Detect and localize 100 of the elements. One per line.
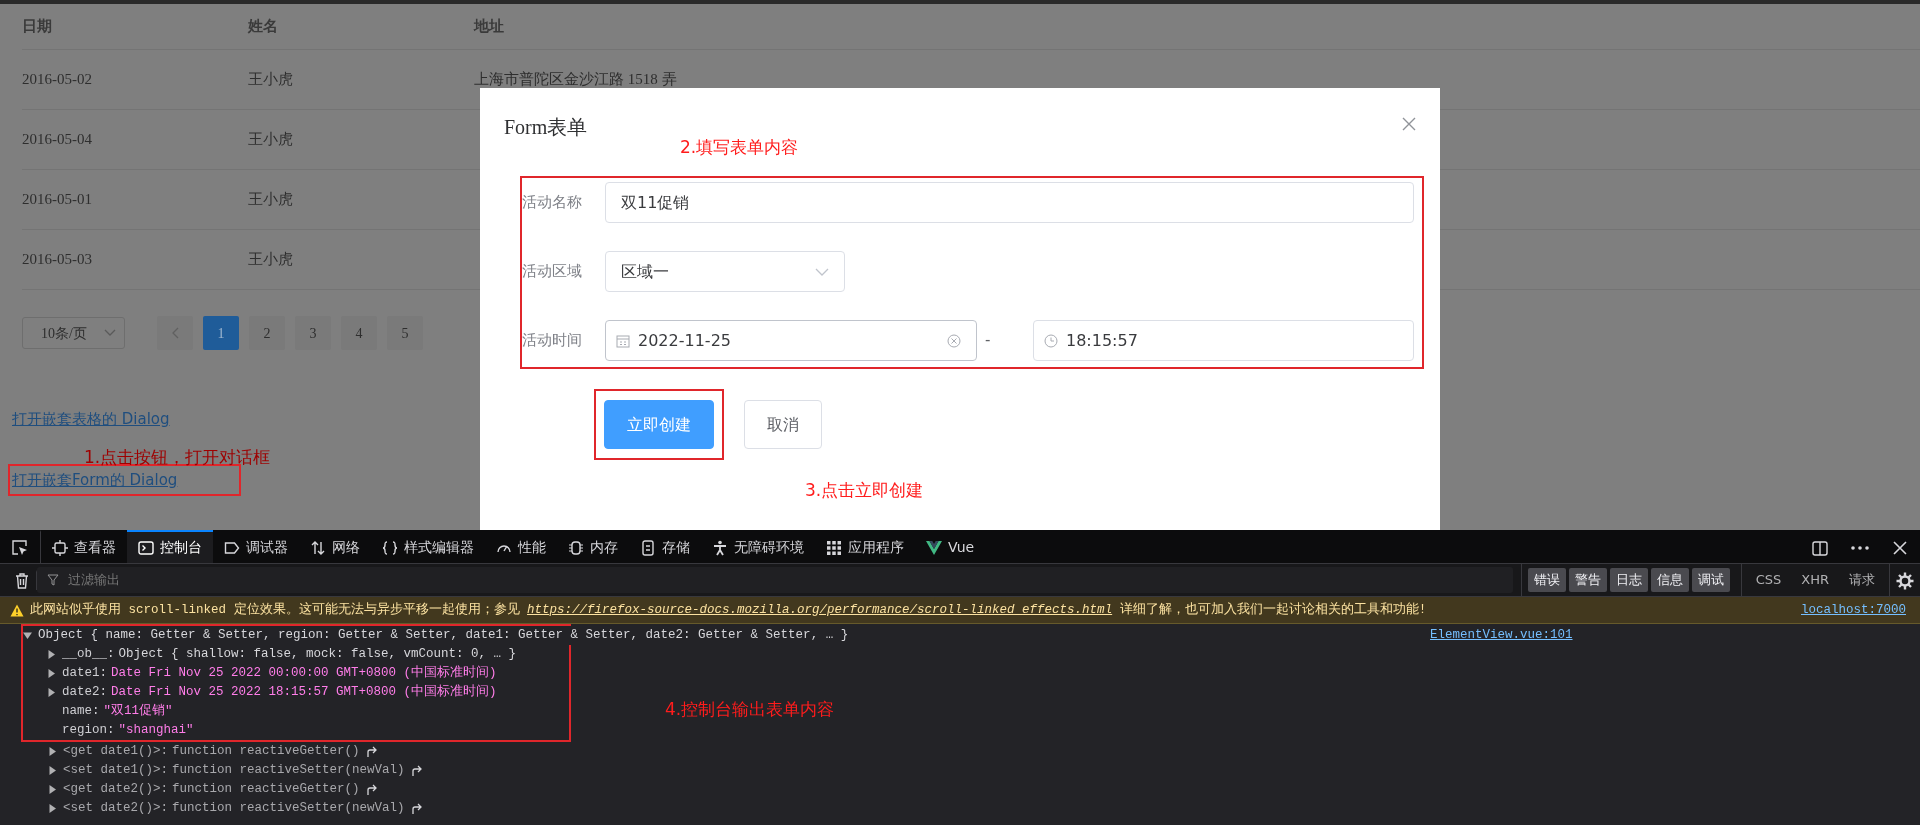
devtools-tab[interactable]: 应用程序 xyxy=(815,530,915,563)
request-filter-toggle[interactable]: 请求 xyxy=(1841,568,1883,592)
picker-icon xyxy=(11,538,29,557)
table-cell-text: 王小虎 xyxy=(248,70,294,90)
page-size-select[interactable]: 10条/页 xyxy=(22,317,125,349)
devtools-tab[interactable]: 存储 xyxy=(629,530,701,563)
clock-icon xyxy=(1044,333,1058,348)
table-cell-text: 2016-05-04 xyxy=(22,130,93,150)
select-field[interactable]: 区域一 xyxy=(605,251,845,292)
annotation-text: 2.填写表单内容 xyxy=(680,136,799,159)
inspector-icon xyxy=(52,539,68,556)
grid-icon xyxy=(826,539,842,556)
close-icon xyxy=(1891,538,1909,557)
warning-icon xyxy=(10,603,24,617)
level-toggle[interactable]: 调试 xyxy=(1691,568,1730,592)
devtools-tab[interactable]: 性能 xyxy=(485,530,557,563)
column-header: 日期 xyxy=(22,17,53,37)
property-value: function reactiveGetter() xyxy=(172,781,360,799)
jump-icon[interactable] xyxy=(365,745,378,758)
page-button[interactable]: 1 xyxy=(203,316,239,350)
level-toggle[interactable]: 信息 xyxy=(1650,568,1689,592)
dialog-title: Form表单 xyxy=(504,115,588,140)
table-cell-text: 2016-05-03 xyxy=(22,250,93,270)
range-separator: - xyxy=(984,330,992,352)
property-value: "shanghai" xyxy=(118,722,194,740)
property-key: <get date2()>: xyxy=(63,780,169,799)
property-key: <get date1()>: xyxy=(63,742,169,761)
select-value: 区域一 xyxy=(621,260,669,283)
devtools-tab[interactable]: 调试器 xyxy=(213,530,299,563)
level-toggle[interactable]: 警告 xyxy=(1568,568,1607,592)
date-value: 2022-11-25 xyxy=(638,329,732,352)
table-cell-text: 上海市普陀区金沙江路 1518 弄 xyxy=(474,70,678,90)
property-key: region: xyxy=(62,721,115,740)
devtools-tab[interactable]: Vue xyxy=(915,530,986,563)
devtools-tab[interactable]: 样式编辑器 xyxy=(371,530,485,563)
table-cell-text: 王小虎 xyxy=(248,190,294,210)
devtools-tab[interactable]: 无障碍环境 xyxy=(701,530,815,563)
table-cell-text: 2016-05-02 xyxy=(22,70,93,90)
chevron-down-icon xyxy=(815,267,829,276)
property-key: date1: xyxy=(62,664,107,683)
cancel-button[interactable]: 取消 xyxy=(744,400,822,449)
column-header: 姓名 xyxy=(248,17,279,37)
collapsed-arrow-icon[interactable] xyxy=(48,785,57,794)
field-label: 活动区域 xyxy=(522,262,583,282)
collapsed-arrow-icon[interactable] xyxy=(47,688,56,697)
devtools-tab[interactable]: 网络 xyxy=(299,530,371,563)
devtools-tab[interactable]: 控制台 xyxy=(127,530,213,563)
property-value: "双11促销" xyxy=(103,702,173,721)
expanded-arrow-icon[interactable] xyxy=(23,631,32,640)
jump-icon[interactable] xyxy=(410,802,423,815)
source-link[interactable]: localhost:7000 xyxy=(1800,600,1906,620)
tag-icon xyxy=(224,539,240,556)
chip-icon xyxy=(568,539,584,556)
devtools-tab[interactable]: 内存 xyxy=(557,530,629,563)
arrows-icon xyxy=(310,539,326,556)
date-field[interactable]: 2022-11-25 xyxy=(605,320,977,361)
time-value: 18:15:57 xyxy=(1066,329,1138,352)
storage-icon xyxy=(640,539,656,556)
property-key: date2: xyxy=(62,683,107,702)
collapsed-arrow-icon[interactable] xyxy=(47,669,56,678)
level-toggle[interactable]: 日志 xyxy=(1609,568,1648,592)
warning-message: 此网站似乎使用 scroll-linked 定位效果。这可能无法与异步平移一起使用；参见 https://firefox-source-docs.mozilla.org/performance/scroll-linked_effects.html 详细了解，也可加入我们一起讨论相关的工具和功能! xyxy=(30,601,1428,619)
jump-icon[interactable] xyxy=(410,764,423,777)
chevron-left-icon xyxy=(171,327,179,339)
source-link[interactable]: ElementView.vue:101 xyxy=(1430,626,1573,645)
field-label: 活动时间 xyxy=(522,331,583,351)
table-cell-text: 王小虎 xyxy=(248,130,294,150)
property-value: Object { shallow: false, mock: false, vmCount: 0, … } xyxy=(118,646,517,664)
page-size-value: 10条/页 xyxy=(41,324,87,343)
time-field[interactable]: 18:15:57 xyxy=(1033,320,1414,361)
devtools-tab[interactable]: 查看器 xyxy=(41,530,127,563)
console-icon xyxy=(138,539,154,556)
level-toggle[interactable]: 错误 xyxy=(1527,568,1566,592)
column-header: 地址 xyxy=(474,17,505,37)
field-label: 活动名称 xyxy=(522,193,583,213)
property-value: Date Fri Nov 25 2022 00:00:00 GMT+0800 (中国标准时间) xyxy=(111,664,497,683)
property-value: Date Fri Nov 25 2022 18:15:57 GMT+0800 (中国标准时间) xyxy=(111,683,497,702)
property-key: __ob__: xyxy=(62,645,115,664)
collapsed-arrow-icon[interactable] xyxy=(48,747,57,756)
settings-icon xyxy=(1896,572,1914,590)
collapsed-arrow-icon[interactable] xyxy=(48,766,57,775)
docs-link[interactable]: https://firefox-source-docs.mozilla.org/performance/scroll-linked_effects.html xyxy=(527,602,1113,617)
jump-icon[interactable] xyxy=(365,783,378,796)
input-field[interactable]: 双11促销 xyxy=(605,182,1414,223)
request-filter-toggle[interactable]: CSS xyxy=(1747,568,1790,592)
person-icon xyxy=(712,539,728,556)
request-filter-toggle[interactable]: XHR xyxy=(1793,568,1837,592)
table-cell-text: 王小虎 xyxy=(248,250,294,270)
braces-icon xyxy=(382,539,398,556)
vue-logo-icon xyxy=(926,539,942,556)
property-key: <set date2()>: xyxy=(63,799,169,818)
dock-icon xyxy=(1811,538,1829,557)
collapsed-arrow-icon[interactable] xyxy=(47,650,56,659)
annotation-text: 3.点击立即创建 xyxy=(805,479,924,502)
close-icon xyxy=(1402,116,1416,131)
property-value: function reactiveGetter() xyxy=(172,743,360,761)
collapsed-arrow-icon[interactable] xyxy=(48,804,57,813)
annotation-text: 4.控制台输出表单内容 xyxy=(665,698,835,721)
trash-icon xyxy=(14,572,30,590)
filter-icon xyxy=(47,574,59,586)
